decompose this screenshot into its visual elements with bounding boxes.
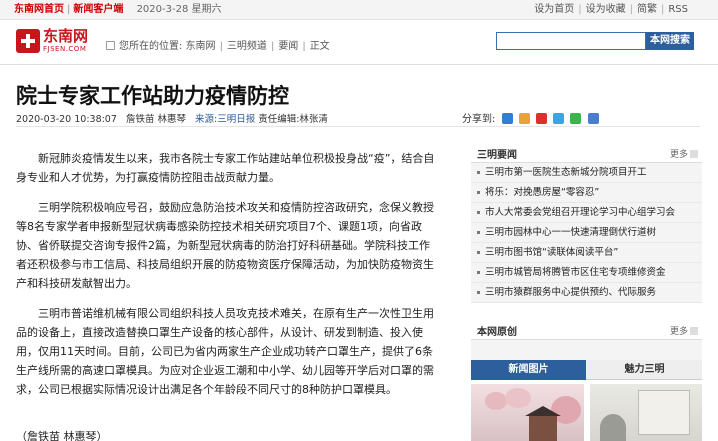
home-icon bbox=[106, 41, 115, 50]
current-date: 2020-3-28 星期六 bbox=[136, 4, 222, 15]
client-link[interactable]: 新闻客户端 bbox=[73, 4, 123, 15]
article-editor: 责任编辑:林张清 bbox=[258, 114, 328, 125]
share-plus-icon[interactable] bbox=[501, 113, 513, 124]
article-title: 院士专家工作站助力疫情防控 bbox=[16, 84, 289, 108]
location-label: 您所在的位置: bbox=[119, 41, 183, 52]
news-item[interactable]: 市人大常委会党组召开理论学习中心组学习会 bbox=[471, 203, 702, 223]
logo-subtext: FJSEN.COM bbox=[43, 45, 87, 53]
article-paragraph: 三明学院积极响应号召，鼓励应急防治技术攻关和疫情防控咨政研究，念保义教授等8名专… bbox=[16, 201, 434, 290]
bullet-icon bbox=[477, 251, 480, 254]
header-divider bbox=[0, 64, 718, 65]
share-label: 分享到: bbox=[462, 114, 496, 125]
breadcrumb-section[interactable]: 要闻 bbox=[278, 41, 298, 52]
top-bar-left: 东南网首页 | 新闻客户端 2020-3-28 星期六 bbox=[14, 0, 222, 20]
breadcrumb: 您所在的位置: 东南网 | 三明频道 | 要闻 | 正文 bbox=[106, 37, 330, 52]
pavilion-roof bbox=[525, 406, 561, 416]
news-item-text: 市人大常委会党组召开理论学习中心组学习会 bbox=[485, 207, 676, 218]
news-item[interactable]: 三明市猿群服务中心提供预约、代际服务 bbox=[471, 283, 702, 303]
bullet-icon bbox=[477, 271, 480, 274]
news-photo-2[interactable] bbox=[590, 384, 702, 441]
top-bar-right: 设为首页 | 设为收藏 | 简繁 | RSS bbox=[534, 0, 688, 20]
news-item-text: 三明市图书馆“读联体阅读平台” bbox=[485, 247, 619, 258]
share-tencent-weibo-icon[interactable] bbox=[553, 113, 565, 124]
more-label: 更多 bbox=[669, 150, 688, 160]
news-item-text: 三明市园林中心一一快速清理倒伏行道树 bbox=[485, 227, 657, 238]
news-item-text: 三明市城管局将腾管市区住宅专项维修资金 bbox=[485, 267, 666, 278]
divider: | bbox=[629, 4, 633, 15]
article-body: 新冠肺炎疫情发生以来，我市各院士专家工作站建站单位积极投身战“疫”，结合自身专业… bbox=[16, 149, 440, 410]
news-item-text: 三明市第一医院生态新城分院项目开工 bbox=[485, 167, 647, 178]
logo-text: 东南网 bbox=[43, 27, 89, 45]
article-source[interactable]: 来源:三明日报 bbox=[195, 114, 255, 125]
bullet-icon bbox=[477, 231, 480, 234]
share-wechat-icon[interactable] bbox=[570, 113, 582, 124]
news-item-text: 三明市猿群服务中心提供预约、代际服务 bbox=[485, 287, 657, 298]
original-more-link[interactable]: 更多 bbox=[670, 324, 698, 337]
news-item[interactable]: 将乐：对挽愚房屋“零容忍” bbox=[471, 183, 702, 203]
breadcrumb-sep: | bbox=[219, 41, 223, 52]
sidebar: 三明要闻 更多 三明市第一医院生态新城分院项目开工 将乐：对挽愚房屋“零容忍” … bbox=[471, 143, 702, 369]
news-item[interactable]: 三明市图书馆“读联体阅读平台” bbox=[471, 243, 702, 263]
more-arrow-icon bbox=[690, 150, 698, 158]
home-link[interactable]: 东南网首页 bbox=[14, 4, 64, 15]
article-byline: （詹铁苗 林惠琴） bbox=[16, 430, 108, 441]
bullet-icon bbox=[477, 191, 480, 194]
news-box-title: 三明要闻 bbox=[477, 150, 517, 161]
meta-divider bbox=[16, 126, 700, 127]
breadcrumb-current: 正文 bbox=[309, 41, 330, 52]
share-qzone-icon[interactable] bbox=[518, 113, 530, 124]
news-item[interactable]: 三明市城管局将腾管市区住宅专项维修资金 bbox=[471, 263, 702, 283]
pavilion-body bbox=[529, 416, 557, 441]
news-item[interactable]: 三明市园林中心一一快速清理倒伏行道树 bbox=[471, 223, 702, 243]
rss-link[interactable]: RSS bbox=[668, 4, 688, 15]
divider: | bbox=[660, 4, 665, 15]
article-paragraph: 三明市普诺维机械有限公司组织科技人员攻克技术难关，在原有生产一次性卫生用品的设备… bbox=[16, 307, 434, 396]
publish-datetime: 2020-03-20 10:38:07 bbox=[16, 114, 117, 125]
breadcrumb-home[interactable]: 东南网 bbox=[186, 41, 216, 52]
divider: | bbox=[578, 4, 582, 15]
search-input[interactable] bbox=[496, 32, 646, 50]
tab-news-photos[interactable]: 新闻图片 bbox=[471, 360, 586, 380]
sculpture-shape bbox=[600, 414, 626, 441]
bookmark-link[interactable]: 设为收藏 bbox=[586, 4, 626, 15]
original-box-header: 本网原创 更多 bbox=[471, 320, 702, 340]
more-arrow-icon bbox=[690, 327, 698, 335]
divider: | bbox=[67, 4, 71, 15]
logo-icon bbox=[16, 29, 40, 53]
share-weibo-icon[interactable] bbox=[535, 113, 547, 124]
share-bar: 分享到: bbox=[462, 110, 599, 125]
news-item-text: 将乐：对挽愚房屋“零容忍” bbox=[485, 187, 600, 198]
article-paragraph: 新冠肺炎疫情发生以来，我市各院士专家工作站建站单位积极投身战“疫”，结合自身专业… bbox=[16, 152, 435, 184]
header: 东南网 FJSEN.COM 您所在的位置: 东南网 | 三明频道 | 要闻 | 正文 本网搜… bbox=[0, 20, 718, 60]
bullet-icon bbox=[477, 211, 480, 214]
news-item[interactable]: 三明市第一医院生态新城分院项目开工 bbox=[471, 163, 702, 183]
more-label: 更多 bbox=[669, 327, 688, 337]
blossom-shape bbox=[485, 392, 507, 410]
original-box-title: 本网原创 bbox=[477, 327, 517, 338]
blossom-shape bbox=[505, 388, 531, 408]
article-authors: 詹铁苗 林惠琴 bbox=[125, 114, 186, 125]
news-box-header: 三明要闻 更多 bbox=[471, 143, 702, 163]
breadcrumb-sep: | bbox=[270, 41, 275, 52]
calligraphy-panel bbox=[638, 390, 690, 435]
news-more-link[interactable]: 更多 bbox=[670, 147, 698, 160]
set-homepage-link[interactable]: 设为首页 bbox=[534, 4, 574, 15]
news-photo-1[interactable] bbox=[471, 384, 584, 441]
news-list: 三明市第一医院生态新城分院项目开工 将乐：对挽愚房屋“零容忍” 市人大常委会党组… bbox=[471, 163, 702, 303]
bullet-icon bbox=[477, 291, 480, 294]
breadcrumb-sep: | bbox=[302, 41, 306, 52]
simplified-traditional-link[interactable]: 简繁 bbox=[637, 4, 657, 15]
article-meta: 2020-03-20 10:38:07 詹铁苗 林惠琴 来源:三明日报 责任编辑… bbox=[16, 111, 334, 125]
breadcrumb-channel[interactable]: 三明频道 bbox=[227, 41, 267, 52]
share-renren-icon[interactable] bbox=[587, 113, 599, 124]
top-bar: 东南网首页 | 新闻客户端 2020-3-28 星期六 设为首页 | 设为收藏 | 简繁 | R… bbox=[0, 0, 718, 20]
photo-tabs: 新闻图片 魅力三明 bbox=[471, 360, 702, 380]
site-logo[interactable]: 东南网 FJSEN.COM bbox=[16, 28, 96, 55]
bullet-icon bbox=[477, 171, 480, 174]
tab-charm-sanming[interactable]: 魅力三明 bbox=[587, 360, 702, 380]
search-button[interactable]: 本网搜索 bbox=[646, 32, 694, 50]
